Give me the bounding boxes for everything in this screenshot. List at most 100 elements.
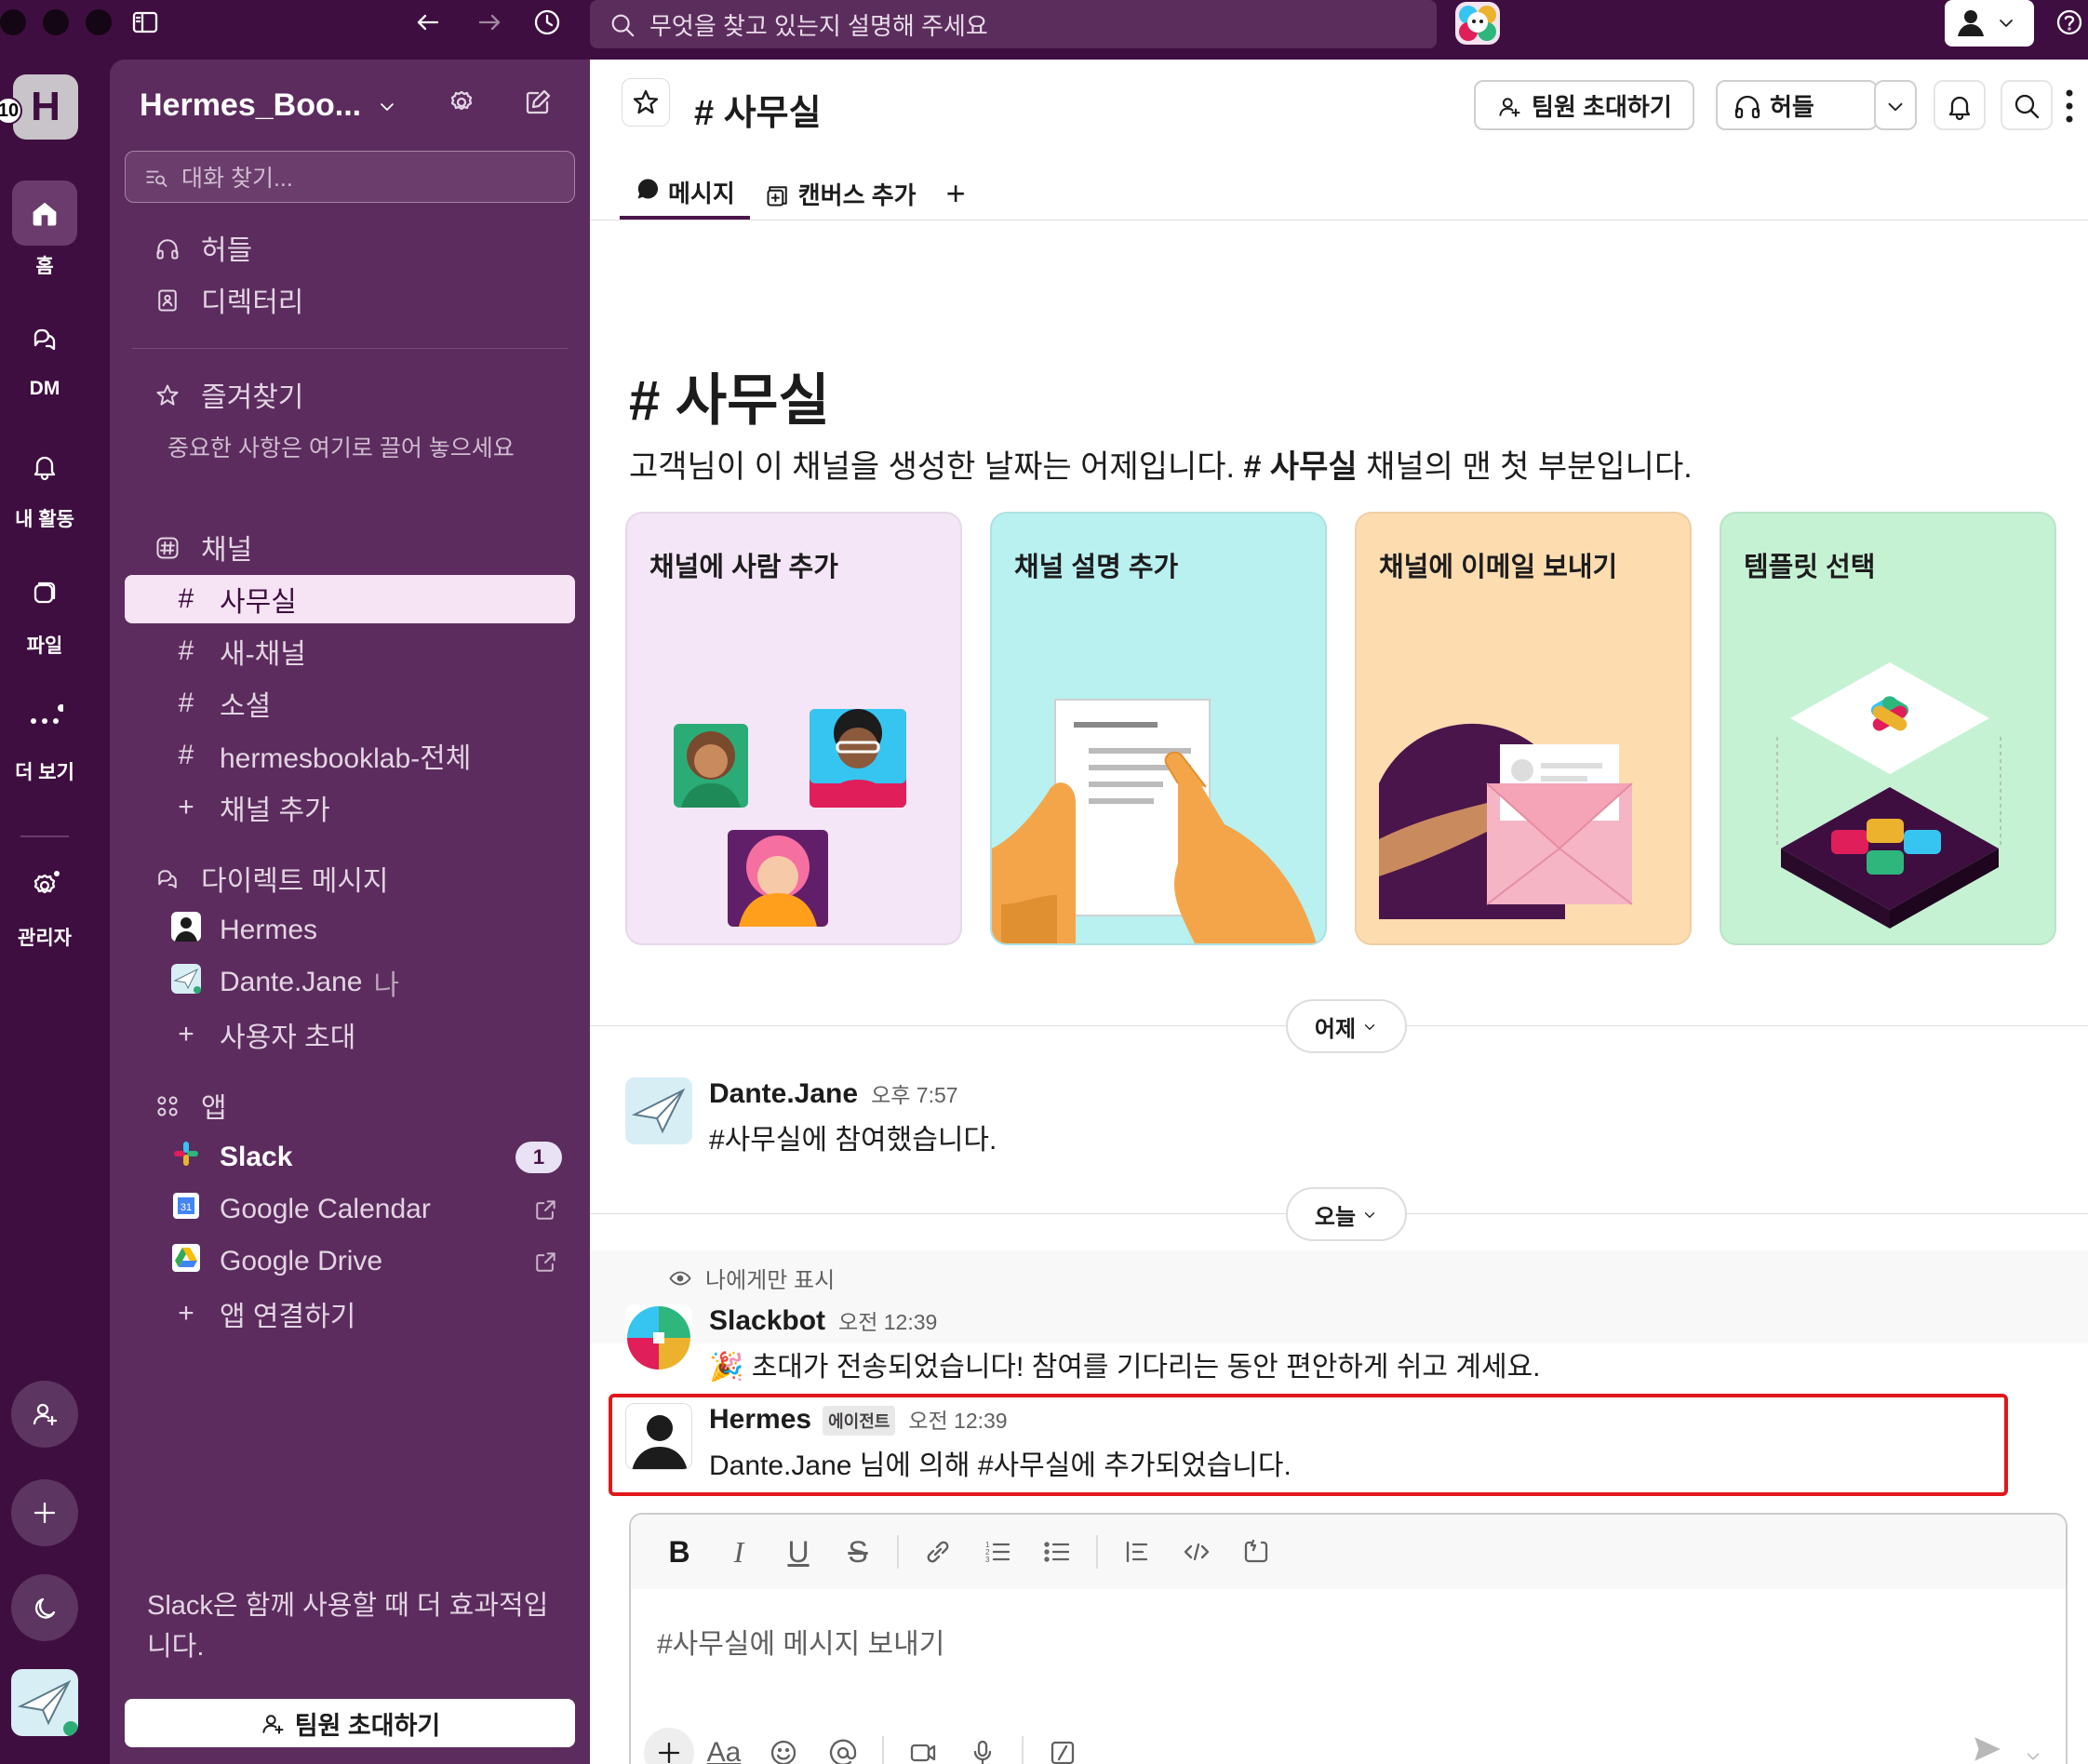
sidebar-item-app-slack[interactable]: Slack 1: [125, 1133, 575, 1182]
sidebar-item-channel-all[interactable]: # hermesbooklab-전체: [125, 731, 575, 780]
tab-messages[interactable]: 메시지: [620, 167, 750, 220]
window-close-button[interactable]: [0, 9, 26, 35]
mention-icon[interactable]: [813, 1725, 873, 1764]
star-channel-button[interactable]: [622, 78, 670, 127]
back-arrow-icon[interactable]: [413, 7, 443, 37]
invite-button-label: 팀원 초대하기: [1532, 92, 1672, 121]
message-author[interactable]: Slackbot: [709, 1305, 825, 1336]
underline-icon[interactable]: U: [769, 1524, 828, 1580]
user-avatar-icon[interactable]: [625, 1403, 692, 1470]
find-conversation-input[interactable]: 대화 찾기...: [125, 151, 575, 203]
sidebar-item-channel-social[interactable]: # 소셜: [125, 679, 575, 728]
help-icon[interactable]: [2055, 7, 2084, 37]
headphones-icon: [153, 232, 182, 263]
send-button[interactable]: [1971, 1733, 2043, 1764]
theme-toggle-button[interactable]: [11, 1574, 78, 1641]
message-hermes: Hermes 에이전트 오전 12:39 Dante.Jane 님에 의해 #사무실…: [625, 1403, 2021, 1481]
rail-activity[interactable]: 내 활동: [0, 434, 89, 532]
plus-icon: +: [945, 174, 966, 212]
channel-title[interactable]: # 사무실: [694, 84, 822, 135]
rail-more[interactable]: 더 보기: [0, 687, 89, 785]
dm-icon: [153, 862, 182, 894]
user-avatar[interactable]: [11, 1669, 78, 1736]
compose-icon[interactable]: [523, 87, 553, 117]
huddle-label: 허들: [201, 235, 253, 266]
rail-admin[interactable]: 관리자: [0, 852, 89, 951]
sidebar-item-directory[interactable]: 디렉터리: [125, 275, 575, 324]
sidebar-item-dm-dante[interactable]: Dante.Jane 나: [125, 958, 575, 1007]
add-workspace-button[interactable]: [11, 1479, 78, 1546]
notifications-button[interactable]: [1934, 80, 1986, 130]
sidebar-section-apps[interactable]: 앱: [125, 1081, 575, 1129]
slack-ai-app-icon[interactable]: [1455, 2, 1500, 45]
search-channel-button[interactable]: [2001, 80, 2053, 130]
sidebar-item-channel-new[interactable]: # 새-채널: [125, 627, 575, 675]
sidebar-item-dm-hermes[interactable]: Hermes: [125, 906, 575, 955]
paper-plane-avatar-icon[interactable]: [625, 1077, 692, 1144]
rail-dm[interactable]: DM: [0, 307, 89, 400]
card-add-description[interactable]: 채널 설명 추가: [990, 512, 1327, 945]
slash-command-icon[interactable]: [1033, 1725, 1092, 1764]
message-author[interactable]: Hermes: [709, 1404, 811, 1435]
send-options-chevron-icon[interactable]: [2023, 1737, 2043, 1764]
message-timestamp[interactable]: 오전 12:39: [838, 1310, 937, 1334]
slackbot-avatar-icon[interactable]: [625, 1304, 692, 1371]
bulleted-list-icon[interactable]: [1027, 1524, 1087, 1580]
link-icon[interactable]: [908, 1524, 968, 1580]
sidebar-section-dms[interactable]: 다이렉트 메시지: [125, 854, 575, 902]
huddle-options-button[interactable]: [1874, 80, 1917, 130]
huddle-button[interactable]: 허들: [1716, 80, 1878, 130]
microphone-icon[interactable]: [953, 1725, 1012, 1764]
sidebar-item-app-google-calendar[interactable]: 31 Google Calendar: [125, 1185, 575, 1234]
attach-plus-icon[interactable]: [644, 1728, 694, 1764]
italic-icon[interactable]: I: [709, 1524, 769, 1580]
message-input[interactable]: #사무실에 메시지 보내기: [657, 1621, 944, 1662]
sidebar-item-app-google-drive[interactable]: Google Drive: [125, 1237, 575, 1286]
card-add-people[interactable]: 채널에 사람 추가: [625, 512, 962, 945]
card-email-channel[interactable]: 채널에 이메일 보내기: [1355, 512, 1692, 945]
window-zoom-button[interactable]: [86, 9, 112, 35]
formatting-toggle-icon[interactable]: Aa: [694, 1725, 754, 1764]
sidebar-section-favorites[interactable]: 즐겨찾기: [125, 370, 575, 419]
history-clock-icon[interactable]: [532, 7, 562, 37]
more-options-icon[interactable]: [2060, 87, 2079, 125]
add-tab-button[interactable]: +: [931, 167, 981, 220]
add-teammate-button[interactable]: [11, 1381, 78, 1448]
intro-channel-name[interactable]: # 사무실: [1243, 449, 1357, 485]
code-block-icon[interactable]: [1226, 1524, 1286, 1580]
strikethrough-icon[interactable]: S: [828, 1524, 888, 1580]
window-minimize-button[interactable]: [43, 9, 69, 35]
message-timestamp[interactable]: 오후 7:57: [871, 1083, 957, 1107]
sidebar-toggle-icon[interactable]: [130, 7, 160, 37]
emoji-icon[interactable]: [754, 1725, 813, 1764]
profile-menu-button[interactable]: [1945, 0, 2034, 47]
rail-home[interactable]: 홈: [0, 180, 89, 279]
sidebar-item-add-channel[interactable]: + 채널 추가: [125, 783, 575, 832]
search-bar[interactable]: 무엇을 찾고 있는지 설명해 주세요: [590, 0, 1437, 48]
sidebar-item-huddle[interactable]: 허들: [125, 223, 575, 272]
sidebar-item-channel-office[interactable]: # 사무실: [125, 575, 575, 623]
bell-icon: [12, 434, 77, 499]
settings-gear-icon[interactable]: [447, 87, 476, 117]
workspace-avatar[interactable]: H: [13, 74, 78, 140]
ordered-list-icon[interactable]: 123: [968, 1524, 1027, 1580]
workspace-name-button[interactable]: Hermes_Boo...: [140, 87, 398, 124]
sidebar-item-connect-app[interactable]: + 앱 연결하기: [125, 1290, 575, 1338]
message-author[interactable]: Dante.Jane: [709, 1078, 858, 1109]
bold-icon[interactable]: B: [649, 1524, 709, 1580]
video-clip-icon[interactable]: [893, 1725, 953, 1764]
code-icon[interactable]: [1167, 1524, 1226, 1580]
sidebar-invite-button[interactable]: 팀원 초대하기: [125, 1699, 575, 1747]
sidebar-section-channels[interactable]: 채널: [125, 523, 575, 571]
invite-teammates-button[interactable]: 팀원 초대하기: [1474, 80, 1694, 130]
message-timestamp[interactable]: 오전 12:39: [908, 1409, 1007, 1433]
channel-label: hermesbooklab-전체: [220, 743, 472, 774]
blockquote-icon[interactable]: [1107, 1524, 1167, 1580]
rail-files[interactable]: 파일: [0, 560, 89, 659]
date-jump-today-button[interactable]: 오늘: [1286, 1187, 1407, 1241]
tab-add-canvas[interactable]: 캔버스 추가: [750, 167, 931, 220]
forward-arrow-icon[interactable]: [475, 7, 504, 37]
sidebar-item-invite-user[interactable]: + 사용자 초대: [125, 1010, 575, 1059]
date-jump-yesterday-button[interactable]: 어제: [1286, 999, 1407, 1053]
card-choose-template[interactable]: 템플릿 선택: [1720, 512, 2056, 945]
